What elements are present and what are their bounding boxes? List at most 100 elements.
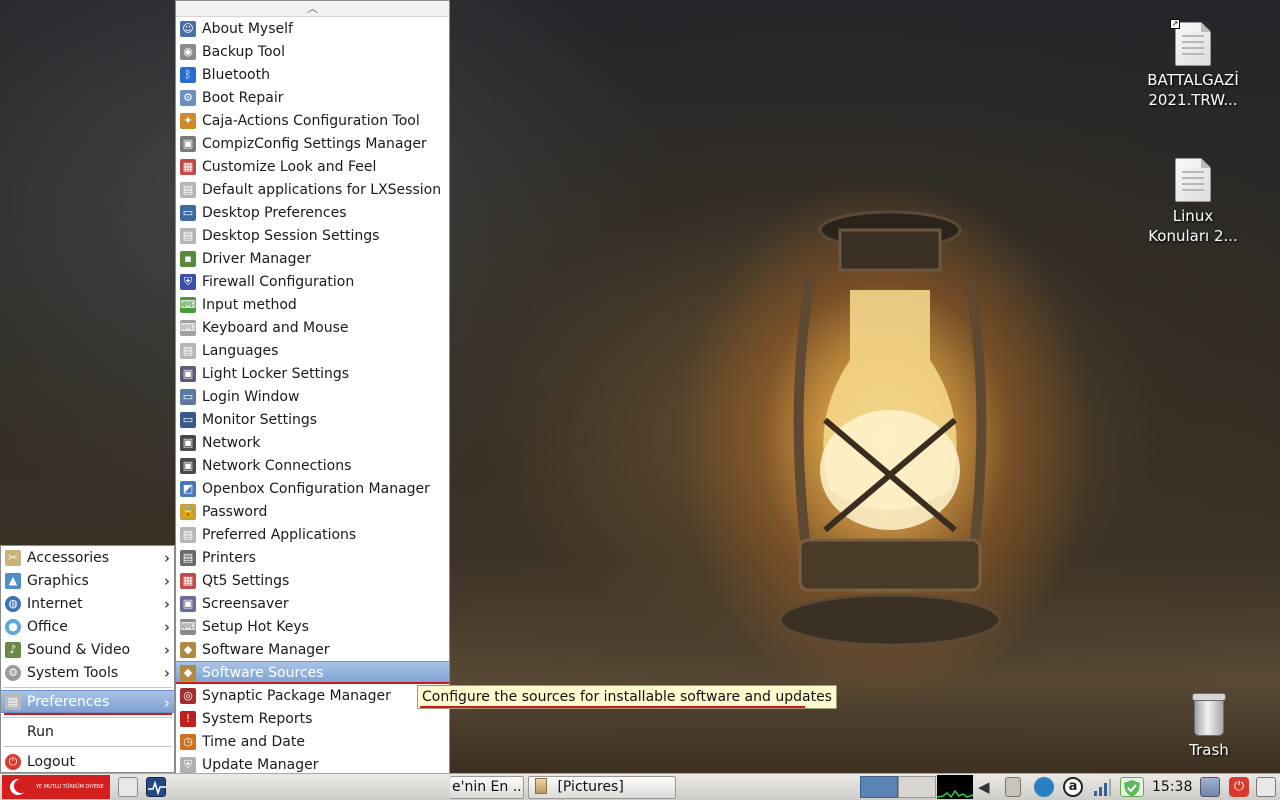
pref-item-label: Login Window <box>202 388 300 405</box>
driver-manager-icon: ▪ <box>180 250 196 267</box>
menu-item-run[interactable]: Run <box>1 720 174 743</box>
menu-item-label: Accessories <box>27 549 110 566</box>
pref-item-backup-tool[interactable]: ◉ Backup Tool <box>176 40 449 63</box>
chevron-up-icon: ︿ <box>307 2 318 15</box>
backup-tool-icon: ◉ <box>180 43 196 60</box>
pref-item-password[interactable]: 🔒 Password <box>176 500 449 523</box>
pref-item-label: Customize Look and Feel <box>202 158 377 175</box>
pref-item-label: Languages <box>202 342 279 359</box>
pulse-graph-icon <box>148 780 166 796</box>
volume-icon[interactable]: ◀ <box>978 777 998 797</box>
keyboard-and-mouse-icon: ⌨ <box>180 319 196 336</box>
clock[interactable]: 15:38 <box>1148 777 1196 798</box>
printers-icon: ▤ <box>180 549 196 566</box>
pref-item-system-reports[interactable]: ! System Reports <box>176 707 449 730</box>
system-tools-icon: ⚙ <box>5 664 21 681</box>
pref-item-openbox-configuration-manager[interactable]: ◩ Openbox Configuration Manager <box>176 477 449 500</box>
menu-item-graphics[interactable]: ▲ Graphics › <box>1 569 174 592</box>
pref-item-printers[interactable]: ▤ Printers <box>176 546 449 569</box>
cpu-activity-graph-icon <box>936 789 974 799</box>
pref-item-driver-manager[interactable]: ▪ Driver Manager <box>176 247 449 270</box>
pref-item-screensaver[interactable]: ▣ Screensaver <box>176 592 449 615</box>
pref-item-label: Update Manager <box>202 756 319 773</box>
pref-item-label: Desktop Session Settings <box>202 227 380 244</box>
pref-item-time-and-date[interactable]: ◷ Time and Date <box>176 730 449 753</box>
amazon-a-icon[interactable]: a <box>1063 777 1083 797</box>
input-method-icon: ⌨ <box>180 296 196 313</box>
pref-item-network-connections[interactable]: ▣ Network Connections <box>176 454 449 477</box>
menu-item-logout[interactable]: ⏻ Logout <box>1 750 174 773</box>
menu-item-internet[interactable]: ◍ Internet › <box>1 592 174 615</box>
pref-item-languages[interactable]: ▤ Languages <box>176 339 449 362</box>
pref-item-compizconfig-settings-manager[interactable]: ▣ CompizConfig Settings Manager <box>176 132 449 155</box>
show-desktop-icon[interactable] <box>118 777 138 797</box>
pref-item-input-method[interactable]: ⌨ Input method <box>176 293 449 316</box>
languages-icon: ▤ <box>180 342 196 359</box>
boot-repair-icon: ⚙ <box>180 89 196 106</box>
pref-item-customize-look-and-feel[interactable]: ▦ Customize Look and Feel <box>176 155 449 178</box>
menu-item-preferences[interactable]: ▤ Preferences › <box>1 690 174 713</box>
pref-item-login-window[interactable]: ▭ Login Window <box>176 385 449 408</box>
taskbar-window-browser[interactable]: e'nin En ... <box>450 776 524 799</box>
pref-item-setup-hot-keys[interactable]: ⌨ Setup Hot Keys <box>176 615 449 638</box>
pref-item-firewall-configuration[interactable]: ⛨ Firewall Configuration <box>176 270 449 293</box>
pref-item-about-myself[interactable]: ☺ About Myself <box>176 17 449 40</box>
workspace-2-button[interactable] <box>898 776 936 798</box>
menu-item-sound-video[interactable]: ♪ Sound & Video › <box>1 638 174 661</box>
pref-item-bluetooth[interactable]: ᛒ Bluetooth <box>176 63 449 86</box>
synaptic-package-manager-icon: ◎ <box>180 687 196 704</box>
pref-item-network[interactable]: ▣ Network <box>176 431 449 454</box>
power-icon[interactable]: ⏻ <box>1229 777 1249 797</box>
pref-item-label: System Reports <box>202 710 313 727</box>
pref-item-label: Software Sources <box>202 664 324 681</box>
menu-item-accessories[interactable]: ✂ Accessories › <box>1 546 174 569</box>
pref-item-desktop-session-settings[interactable]: ▤ Desktop Session Settings <box>176 224 449 247</box>
system-monitor-icon[interactable] <box>146 777 166 797</box>
clock-time: 15:38 <box>1152 779 1193 795</box>
pref-item-software-manager[interactable]: ◆ Software Manager <box>176 638 449 661</box>
workspace-1-button[interactable] <box>860 776 898 798</box>
logout-power-icon: ⏻ <box>5 753 21 770</box>
pref-item-qt5-settings[interactable]: ▦ Qt5 Settings <box>176 569 449 592</box>
network-swirl-icon[interactable] <box>1034 777 1054 797</box>
pref-item-label: Qt5 Settings <box>202 572 290 589</box>
menu-item-label: Graphics <box>27 572 89 589</box>
desktop-trash[interactable]: Trash <box>1154 693 1264 760</box>
pref-item-preferred-applications[interactable]: ▤ Preferred Applications <box>176 523 449 546</box>
pref-item-software-sources[interactable]: ◆ Software Sources <box>176 661 449 684</box>
menu-item-office[interactable]: ● Office › <box>1 615 174 638</box>
pref-item-label: Software Manager <box>202 641 330 658</box>
screen-lock-icon[interactable] <box>1200 777 1220 797</box>
desktop-file-battalgazi[interactable]: ↗ BATTALGAZİ 2021.TRW... <box>1138 19 1248 110</box>
pref-item-light-locker-settings[interactable]: ▣ Light Locker Settings <box>176 362 449 385</box>
pref-item-default-applications-for-lxsession[interactable]: ▤ Default applications for LXSession <box>176 178 449 201</box>
scroll-up-button[interactable]: ︿ <box>176 1 449 17</box>
pref-item-caja-actions-configuration-tool[interactable]: ✦ Caja-Actions Configuration Tool <box>176 109 449 132</box>
shield-check-icon[interactable] <box>1120 777 1144 797</box>
pref-item-label: Monitor Settings <box>202 411 318 428</box>
default-applications-for-lxsession-icon: ▤ <box>180 181 196 198</box>
pref-item-boot-repair[interactable]: ⚙ Boot Repair <box>176 86 449 109</box>
pref-item-monitor-settings[interactable]: ▭ Monitor Settings <box>176 408 449 431</box>
desktop-file-linux-konulari[interactable]: Linux Konuları 2... <box>1138 158 1248 246</box>
cpu-graph <box>936 775 974 799</box>
menu-separator <box>3 746 172 747</box>
window-list-icon[interactable] <box>1256 777 1276 797</box>
menu-item-system-tools[interactable]: ⚙ System Tools › <box>1 661 174 684</box>
wifi-signal-icon[interactable] <box>1092 777 1112 797</box>
start-menu-button[interactable]: YE MUTLU TÜRKÜM DİYENE <box>2 775 110 799</box>
preferences-icon: ▤ <box>5 693 21 710</box>
annotation-underline <box>420 706 805 708</box>
pref-item-desktop-preferences[interactable]: ▭ Desktop Preferences <box>176 201 449 224</box>
annotation-underline <box>176 682 449 684</box>
pref-item-label: Firewall Configuration <box>202 273 355 290</box>
chevron-right-icon: › <box>164 618 170 636</box>
document-icon: ↗ <box>1170 19 1211 66</box>
time-and-date-icon: ◷ <box>180 733 196 750</box>
pref-item-keyboard-and-mouse[interactable]: ⌨ Keyboard and Mouse <box>176 316 449 339</box>
desktop-session-settings-icon: ▤ <box>180 227 196 244</box>
clipboard-icon[interactable] <box>1005 777 1021 797</box>
start-banner-text: YE MUTLU TÜRKÜM DİYENE <box>36 784 104 790</box>
pref-item-synaptic-package-manager[interactable]: ◎ Synaptic Package Manager <box>176 684 449 707</box>
taskbar-window-pictures[interactable]: [Pictures] <box>528 776 676 799</box>
